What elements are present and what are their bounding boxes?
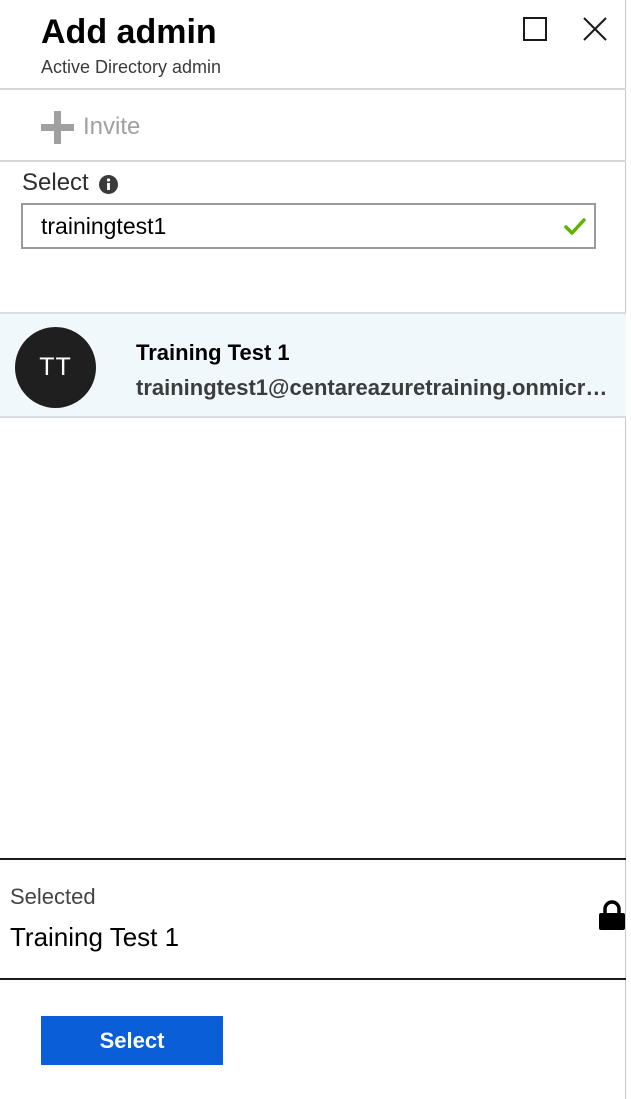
toolbar-divider <box>0 160 626 162</box>
blade-title: Add admin <box>41 13 217 51</box>
selected-label: Selected <box>10 884 96 909</box>
maximize-icon <box>523 17 547 41</box>
info-icon[interactable] <box>98 175 118 194</box>
search-input[interactable] <box>23 205 594 247</box>
selected-section: Selected Training Test 1 <box>0 858 626 980</box>
add-admin-blade: Add admin Active Directory admin Invite … <box>0 0 626 1099</box>
invite-label: Invite <box>83 113 141 140</box>
result-name: Training Test 1 <box>136 340 290 365</box>
select-button[interactable]: Select <box>41 1016 223 1065</box>
selected-value: Training Test 1 <box>10 922 180 952</box>
avatar: TT <box>15 327 96 408</box>
search-box <box>21 203 596 249</box>
header-divider <box>0 88 626 90</box>
lock-icon <box>599 900 625 930</box>
close-button[interactable] <box>580 14 610 44</box>
invite-button[interactable]: Invite <box>41 110 140 144</box>
result-email: trainingtest1@centareazuretraining.onmic… <box>136 375 620 400</box>
maximize-button[interactable] <box>520 14 550 44</box>
select-field-label: Select <box>22 168 118 198</box>
blade-subtitle: Active Directory admin <box>41 57 222 77</box>
result-row[interactable]: TT Training Test 1 trainingtest1@centare… <box>0 312 626 418</box>
close-icon <box>583 17 607 41</box>
select-label-text: Select <box>22 169 89 196</box>
checkmark-icon <box>564 218 586 235</box>
plus-icon <box>41 110 74 144</box>
